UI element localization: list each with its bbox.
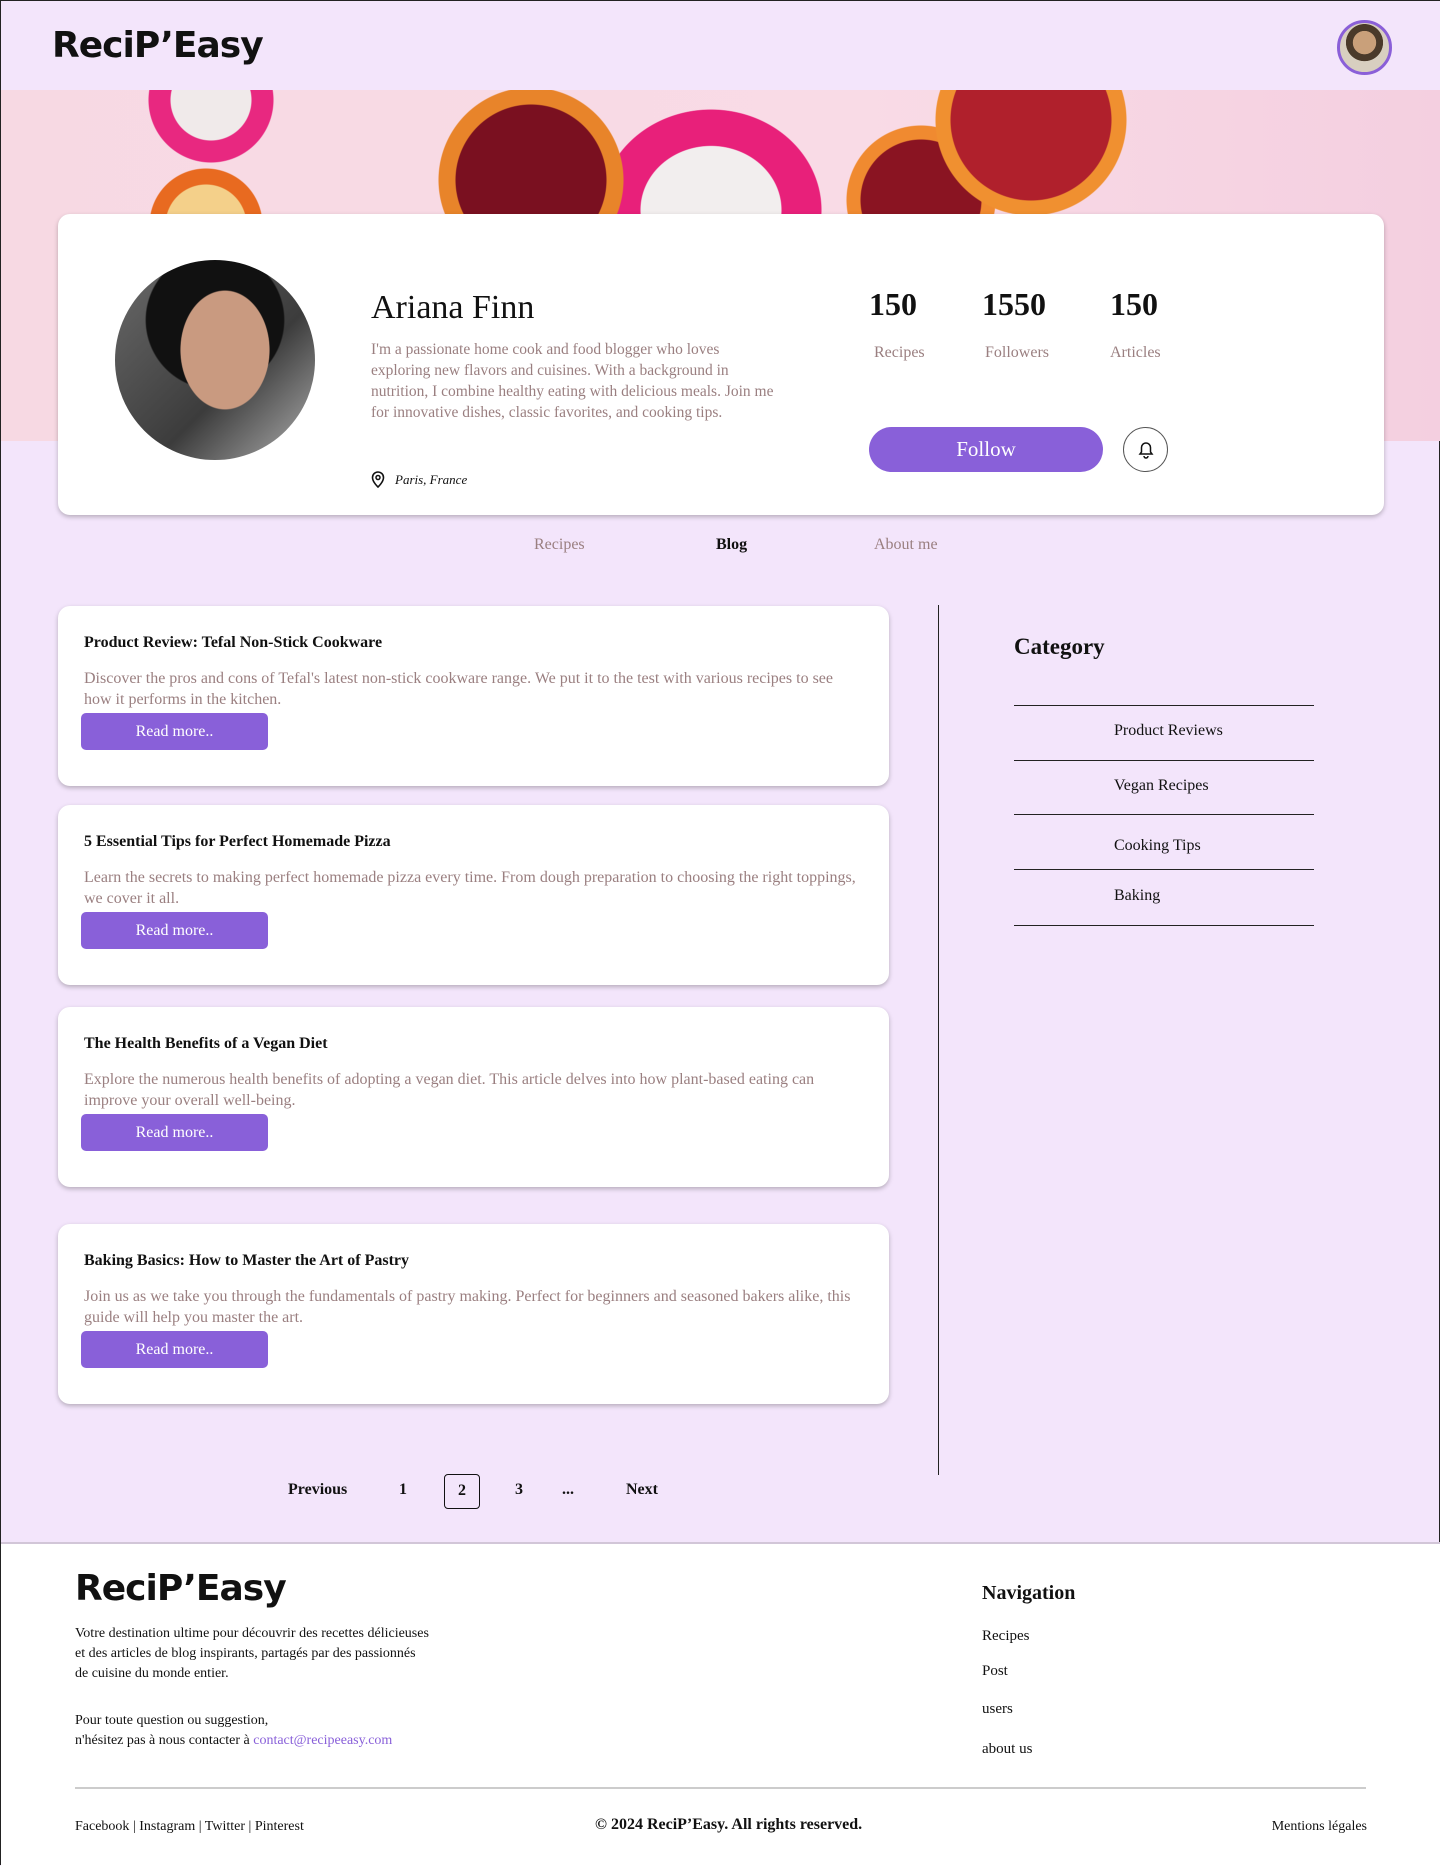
tab-blog[interactable]: Blog [716, 536, 747, 554]
footer: ReciP’Easy Votre destination ultime pour… [1, 1542, 1440, 1866]
twitter-link[interactable]: Twitter [205, 1819, 245, 1834]
tab-recipes[interactable]: Recipes [534, 536, 585, 554]
category-item[interactable]: Cooking Tips [1114, 837, 1201, 855]
profile-location: Paris, France [371, 471, 467, 488]
blog-post-card: Baking Basics: How to Master the Art of … [58, 1224, 889, 1404]
divider [1014, 925, 1314, 926]
location-pin-icon [371, 471, 385, 488]
read-more-button[interactable]: Read more.. [81, 1114, 268, 1151]
category-title: Category [1014, 634, 1105, 659]
blog-post-card: The Health Benefits of a Vegan Diet Expl… [58, 1007, 889, 1187]
social-links: Facebook | Instagram | Twitter | Pintere… [75, 1819, 304, 1834]
contact-email-link[interactable]: contact@recipeeasy.com [253, 1733, 392, 1748]
footer-divider [75, 1787, 1366, 1789]
category-item[interactable]: Product Reviews [1114, 722, 1223, 740]
pagination-previous[interactable]: Previous [288, 1481, 347, 1499]
pagination-page[interactable]: 3 [515, 1481, 523, 1499]
footer-nav-post[interactable]: Post [982, 1663, 1008, 1680]
divider [1014, 760, 1314, 761]
footer-nav-about-us[interactable]: about us [982, 1741, 1032, 1758]
location-text: Paris, France [395, 471, 468, 487]
footer-desc-line: de cuisine du monde entier. [75, 1666, 229, 1681]
post-description: Discover the pros and cons of Tefal's la… [84, 670, 834, 708]
post-description: Learn the secrets to making perfect home… [84, 869, 856, 907]
post-description: Join us as we take you through the funda… [84, 1288, 851, 1326]
blog-post-card: 5 Essential Tips for Perfect Homemade Pi… [58, 805, 889, 985]
bell-icon [1138, 441, 1153, 459]
logo[interactable]: ReciP’Easy [52, 25, 264, 66]
tab-about-me[interactable]: About me [874, 536, 938, 554]
profile-name: Ariana Finn [371, 289, 535, 326]
instagram-link[interactable]: Instagram [139, 1819, 195, 1834]
pagination-next[interactable]: Next [626, 1481, 658, 1499]
stat-articles-label: Articles [1110, 344, 1161, 361]
profile-photo [115, 260, 315, 460]
vertical-divider [938, 605, 939, 1475]
profile-bio: I'm a passionate home cook and food blog… [371, 341, 774, 421]
footer-desc-line: et des articles de blog inspirants, part… [75, 1646, 416, 1661]
post-title[interactable]: Product Review: Tefal Non-Stick Cookware [84, 634, 382, 652]
post-title[interactable]: Baking Basics: How to Master the Art of … [84, 1252, 409, 1270]
footer-description: Votre destination ultime pour découvrir … [75, 1624, 429, 1684]
copyright: © 2024 ReciP’Easy. All rights reserved. [595, 1816, 863, 1833]
blog-post-card: Product Review: Tefal Non-Stick Cookware… [58, 606, 889, 786]
divider [1014, 869, 1314, 870]
divider [1014, 814, 1314, 815]
pagination-ellipsis: ... [562, 1481, 574, 1498]
read-more-button[interactable]: Read more.. [81, 1331, 268, 1368]
user-avatar-icon[interactable] [1337, 20, 1392, 75]
stat-recipes-value: 150 [869, 286, 917, 322]
post-title[interactable]: The Health Benefits of a Vegan Diet [84, 1035, 328, 1053]
contact-line: Pour toute question ou suggestion, [75, 1713, 269, 1728]
post-description: Explore the numerous health benefits of … [84, 1071, 815, 1109]
footer-logo: ReciP’Easy [75, 1568, 287, 1609]
legal-link[interactable]: Mentions légales [1272, 1817, 1367, 1837]
read-more-button[interactable]: Read more.. [81, 912, 268, 949]
read-more-button[interactable]: Read more.. [81, 713, 268, 750]
category-item[interactable]: Vegan Recipes [1114, 777, 1209, 795]
follow-button[interactable]: Follow [869, 427, 1103, 472]
facebook-link[interactable]: Facebook [75, 1819, 129, 1834]
footer-contact: Pour toute question ou suggestion, n'hés… [75, 1711, 392, 1751]
contact-line: n'hésitez pas à nous contacter à [75, 1733, 254, 1748]
stat-recipes-label: Recipes [874, 344, 925, 361]
pagination-page[interactable]: 1 [399, 1481, 407, 1499]
footer-nav-users[interactable]: users [982, 1701, 1013, 1718]
footer-desc-line: Votre destination ultime pour découvrir … [75, 1626, 429, 1641]
header: ReciP’Easy [1, 1, 1440, 90]
footer-nav-recipes[interactable]: Recipes [982, 1628, 1029, 1645]
pagination-page-current[interactable]: 2 [444, 1474, 480, 1509]
stat-followers-value: 1550 [982, 286, 1046, 322]
divider [1014, 705, 1314, 706]
post-title[interactable]: 5 Essential Tips for Perfect Homemade Pi… [84, 833, 391, 851]
footer-nav-title: Navigation [982, 1582, 1076, 1604]
notification-bell-button[interactable] [1123, 427, 1168, 472]
stat-followers-label: Followers [985, 344, 1049, 361]
stat-articles-value: 150 [1110, 286, 1158, 322]
pinterest-link[interactable]: Pinterest [255, 1819, 304, 1834]
category-item[interactable]: Baking [1114, 887, 1160, 905]
